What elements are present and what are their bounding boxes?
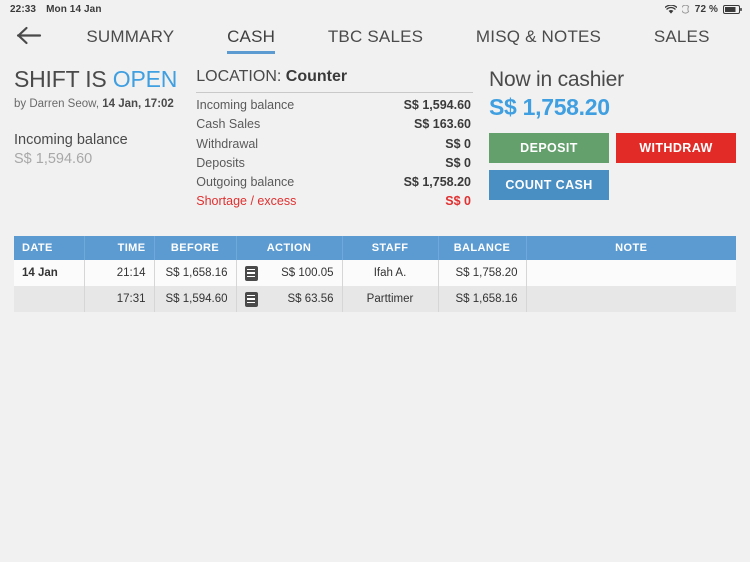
cell-time: 21:14	[84, 260, 155, 286]
status-bar-indicators: 72 %	[664, 3, 742, 15]
cell-staff: Ifah A.	[342, 260, 439, 286]
status-bar-date: Mon 14 Jan	[46, 3, 102, 15]
summary-row-label: Cash Sales	[196, 117, 261, 132]
summary-row-cash-sales: Cash Sales S$ 163.60	[196, 112, 473, 131]
summary-row-value: S$ 0	[445, 194, 471, 209]
column-header-action[interactable]: ACTION	[236, 236, 343, 260]
shift-status-state: OPEN	[112, 66, 178, 92]
shift-status-panel: SHIFT IS OPEN by Darren Seow, 14 Jan, 17…	[14, 62, 190, 226]
tab-tbc-sales[interactable]: TBC SALES	[328, 27, 423, 49]
cell-action: S$ 63.56	[236, 286, 343, 312]
shift-opened-datetime: 14 Jan, 17:02	[102, 98, 174, 110]
cell-date: 14 Jan	[14, 260, 85, 286]
tab-summary[interactable]: SUMMARY	[86, 27, 174, 49]
column-header-time[interactable]: TIME	[84, 236, 155, 260]
location-name: Counter	[285, 68, 348, 85]
column-header-staff[interactable]: STAFF	[342, 236, 439, 260]
summary-row-label: Incoming balance	[196, 98, 295, 113]
cell-action-amount: S$ 63.56	[287, 293, 334, 305]
cell-time: 17:31	[84, 286, 155, 312]
summary-row-withdrawal: Withdrawal S$ 0	[196, 131, 473, 151]
cell-note	[526, 260, 736, 286]
location-summary-panel: LOCATION: Counter Incoming balance S$ 1,…	[190, 62, 473, 226]
top-navigation-bar: SUMMARY CASH TBC SALES MISQ & NOTES SALE…	[0, 18, 750, 58]
shift-status-prefix: SHIFT IS	[14, 66, 113, 92]
column-header-note[interactable]: NOTE	[526, 236, 736, 260]
tab-cash[interactable]: CASH	[227, 27, 276, 54]
battery-icon	[723, 4, 742, 14]
incoming-balance-label: Incoming balance	[14, 132, 128, 148]
shift-opened-by: by Darren Seow, 14 Jan, 17:02	[14, 98, 190, 110]
summary-row-outgoing-balance: Outgoing balance S$ 1,758.20	[196, 170, 473, 189]
cash-movements-table-container: DATE TIME BEFORE ACTION STAFF BALANCE NO…	[0, 236, 750, 312]
cell-action: S$ 100.05	[236, 260, 343, 286]
cell-note	[526, 286, 736, 312]
cell-date	[14, 286, 85, 312]
cashier-amount: S$ 1,758.20	[489, 94, 610, 120]
status-bar: 22:33 Mon 14 Jan 72 %	[0, 0, 750, 18]
summary-row-label: Outgoing balance	[196, 174, 295, 189]
location-header: LOCATION: Counter	[196, 68, 473, 93]
incoming-balance-value: S$ 1,594.60	[14, 151, 93, 167]
summary-row-label: Withdrawal	[196, 136, 259, 151]
table-body: 14 Jan 21:14 S$ 1,658.16 S$ 100.05 Ifah …	[14, 260, 736, 312]
do-not-disturb-moon-icon	[681, 4, 690, 14]
cell-balance: S$ 1,658.16	[438, 286, 527, 312]
battery-percent-label: 72 %	[694, 3, 718, 15]
back-button[interactable]	[16, 25, 60, 51]
summary-row-value: S$ 1,758.20	[403, 174, 471, 189]
summary-row-value: S$ 0	[445, 155, 471, 170]
cell-balance: S$ 1,758.20	[438, 260, 527, 286]
table-row[interactable]: 14 Jan 21:14 S$ 1,658.16 S$ 100.05 Ifah …	[14, 260, 736, 286]
summary-row-shortage-excess: Shortage / excess S$ 0	[196, 189, 473, 208]
column-header-date[interactable]: DATE	[14, 236, 85, 260]
cashier-label: Now in cashier	[489, 68, 624, 91]
summary-row-value: S$ 1,594.60	[403, 98, 471, 113]
summary-row-deposits: Deposits S$ 0	[196, 151, 473, 170]
location-label: LOCATION:	[196, 68, 286, 85]
back-arrow-icon	[16, 25, 43, 51]
cell-before: S$ 1,594.60	[154, 286, 237, 312]
cell-staff: Parttimer	[342, 286, 439, 312]
tab-list: SUMMARY CASH TBC SALES MISQ & NOTES SALE…	[60, 27, 750, 54]
summary-row-incoming-balance: Incoming balance S$ 1,594.60	[196, 93, 473, 112]
table-header-row: DATE TIME BEFORE ACTION STAFF BALANCE NO…	[14, 236, 736, 260]
shift-opened-by-prefix: by Darren Seow,	[14, 98, 103, 110]
cell-before: S$ 1,658.16	[154, 260, 237, 286]
summary-row-value: S$ 0	[445, 136, 471, 151]
column-header-before[interactable]: BEFORE	[154, 236, 237, 260]
cashier-panel: Now in cashier S$ 1,758.20 DEPOSIT WITHD…	[473, 62, 736, 226]
withdraw-button[interactable]: WITHDRAW	[616, 133, 736, 163]
receipt-icon[interactable]	[244, 291, 258, 307]
cash-movements-table: DATE TIME BEFORE ACTION STAFF BALANCE NO…	[14, 236, 736, 312]
count-cash-button[interactable]: COUNT CASH	[489, 170, 609, 200]
tab-misq-and-notes[interactable]: MISQ & NOTES	[476, 27, 601, 49]
status-bar-time: 22:33	[10, 3, 37, 15]
deposit-button[interactable]: DEPOSIT	[489, 133, 609, 163]
column-header-balance[interactable]: BALANCE	[438, 236, 527, 260]
wifi-icon	[664, 4, 677, 14]
cell-action-amount: S$ 100.05	[281, 267, 334, 279]
tab-sales[interactable]: SALES	[654, 27, 710, 49]
table-row[interactable]: 17:31 S$ 1,594.60 S$ 63.56 Parttimer S$ …	[14, 286, 736, 312]
summary-row-label: Deposits	[196, 155, 245, 170]
cashier-action-buttons: DEPOSIT WITHDRAW	[489, 133, 736, 163]
shift-status-title: SHIFT IS OPEN	[14, 66, 190, 93]
summary-row-label: Shortage / excess	[196, 194, 297, 209]
summary-row-value: S$ 163.60	[414, 117, 471, 132]
table-header: DATE TIME BEFORE ACTION STAFF BALANCE NO…	[14, 236, 736, 260]
receipt-icon[interactable]	[244, 265, 258, 281]
summary-panels: SHIFT IS OPEN by Darren Seow, 14 Jan, 17…	[0, 58, 750, 226]
